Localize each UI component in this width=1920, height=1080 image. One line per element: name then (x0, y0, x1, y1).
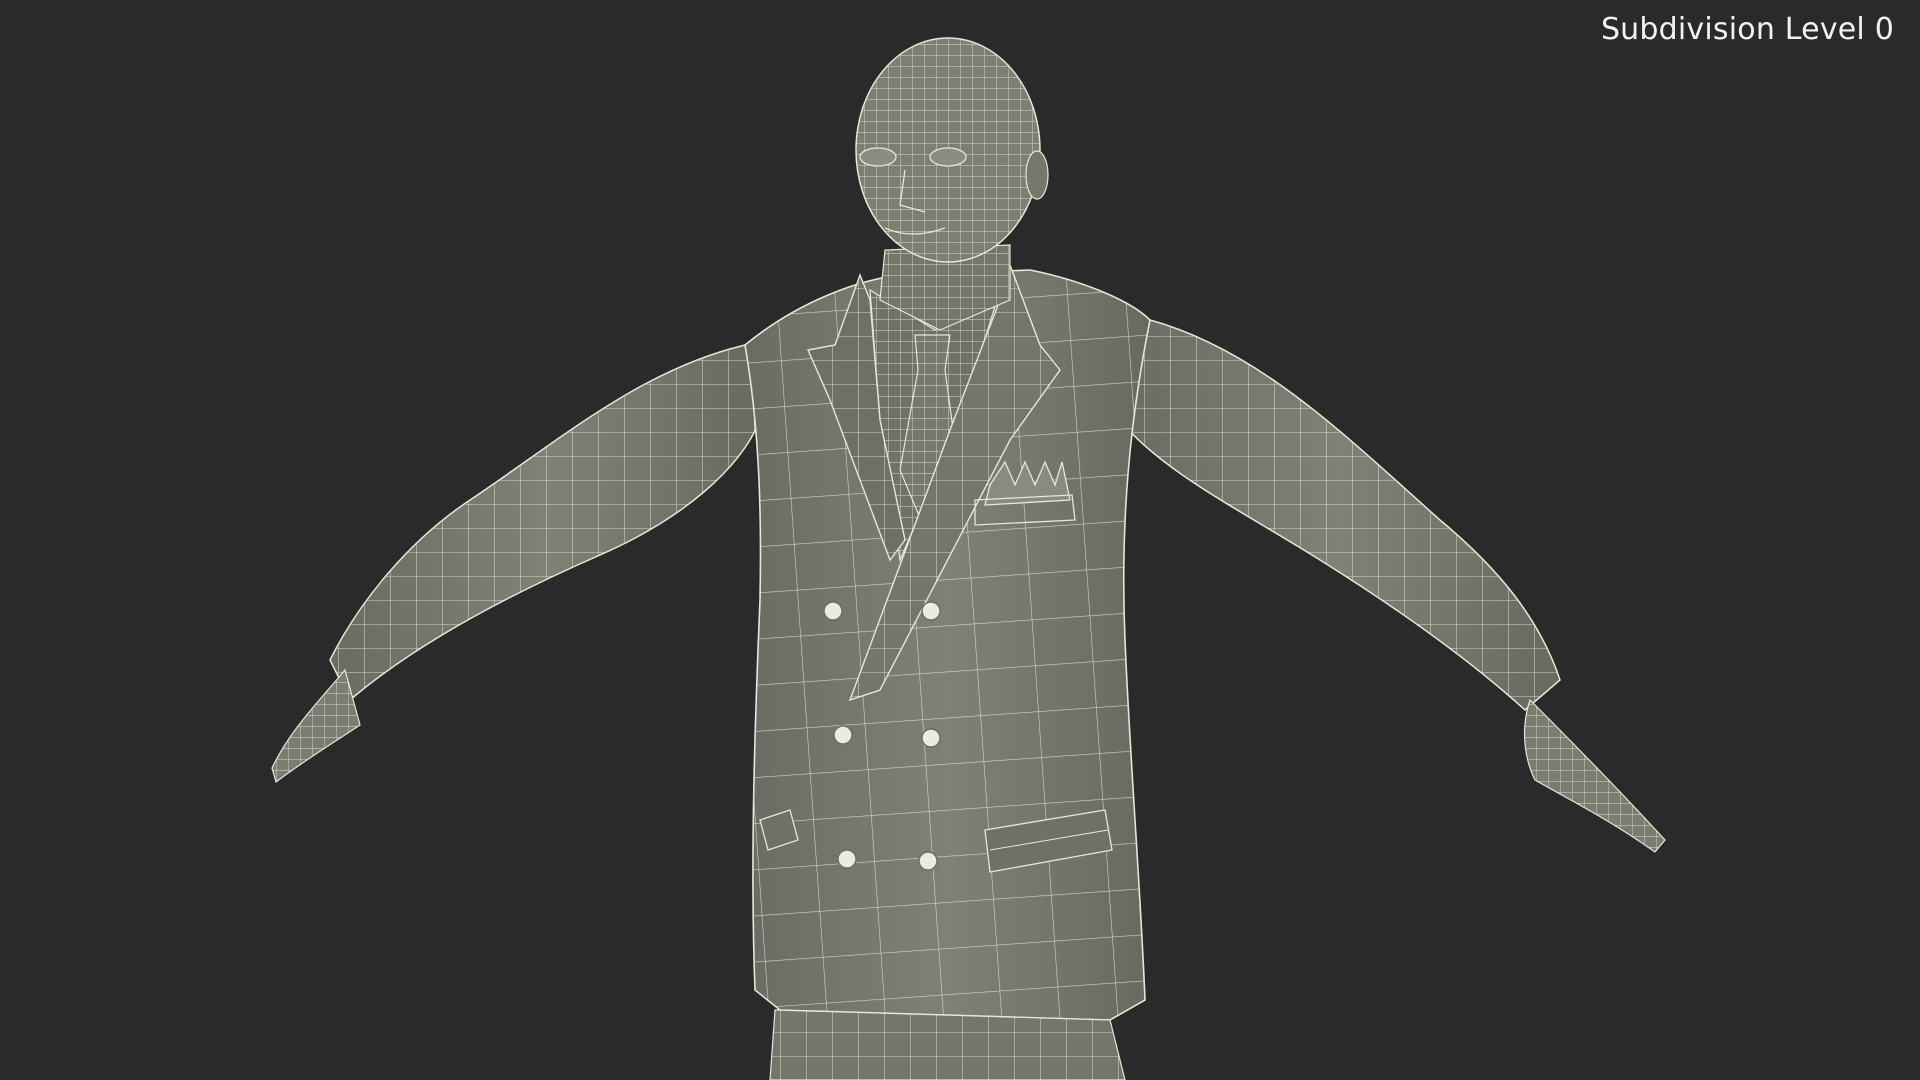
left-arm (271, 344, 761, 784)
right-arm (1119, 319, 1666, 853)
wireframe-model (271, 37, 1666, 1080)
3d-viewport[interactable]: Subdivision Level 0 (0, 0, 1920, 1080)
head (855, 37, 1049, 263)
subdivision-level-label: Subdivision Level 0 (1600, 12, 1894, 47)
jacket (744, 262, 1151, 1080)
